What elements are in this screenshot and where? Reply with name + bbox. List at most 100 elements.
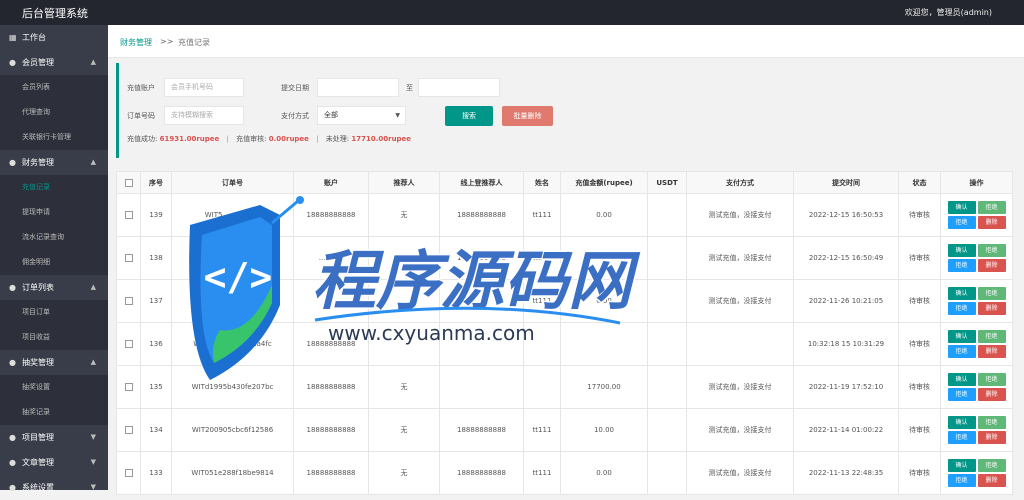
row-checkbox[interactable]: [124, 426, 133, 434]
sidebar-item[interactable]: 提现申请: [0, 200, 108, 225]
delete-button[interactable]: 删除: [977, 388, 1006, 401]
sidebar-item[interactable]: 会员列表: [0, 75, 108, 100]
cell-online-ref: [439, 279, 524, 323]
cell-order: WITd1995b430fe207bc: [171, 365, 294, 409]
confirm-button[interactable]: 确认: [947, 244, 976, 257]
reject-button[interactable]: 拒绝: [977, 373, 1006, 386]
confirm-button[interactable]: 确认: [947, 416, 976, 429]
row-checkbox-cell[interactable]: [116, 279, 141, 323]
reject-alt-button[interactable]: 拒绝: [947, 474, 976, 487]
reject-alt-button[interactable]: 拒绝: [947, 216, 976, 229]
row-checkbox[interactable]: [124, 340, 133, 348]
date-end-input[interactable]: [418, 78, 500, 97]
cell-account: 18888888888: [293, 408, 369, 452]
reject-button[interactable]: 拒绝: [977, 459, 1006, 472]
sidebar-group-4[interactable]: ● 项目管理 ▼: [0, 425, 108, 450]
sidebar-item-dashboard[interactable]: ▦ 工作台: [0, 25, 108, 50]
row-checkbox-cell[interactable]: [116, 408, 141, 452]
delete-button[interactable]: 删除: [977, 259, 1006, 272]
cell-time: 2022-11-19 17:52:10: [793, 365, 899, 409]
reject-alt-button[interactable]: 拒绝: [947, 345, 976, 358]
breadcrumb: 财务管理 >> 充值记录: [108, 25, 1024, 58]
delete-button[interactable]: 删除: [977, 345, 1006, 358]
cell-account: 18888888888: [293, 365, 369, 409]
success-value: 61931.00rupee: [159, 135, 220, 143]
cell-usdt: [647, 279, 687, 323]
sidebar-item[interactable]: 项目收益: [0, 325, 108, 350]
row-checkbox[interactable]: [124, 297, 133, 305]
cell-order: W... ...d7: [171, 279, 294, 323]
row-checkbox[interactable]: [124, 469, 133, 477]
sidebar-item[interactable]: 抽奖设置: [0, 375, 108, 400]
delete-button[interactable]: 删除: [977, 302, 1006, 315]
row-checkbox-cell[interactable]: [116, 193, 141, 237]
confirm-button[interactable]: 确认: [947, 330, 976, 343]
delete-button[interactable]: 删除: [977, 216, 1006, 229]
breadcrumb-parent[interactable]: 财务管理: [120, 37, 152, 48]
cell-actions: 确认 拒绝 拒绝 删除: [940, 322, 1013, 366]
row-checkbox-cell[interactable]: [116, 236, 141, 280]
cell-name: [523, 322, 561, 366]
search-button[interactable]: 搜索: [445, 106, 493, 126]
reject-alt-button[interactable]: 拒绝: [947, 431, 976, 444]
cell-usdt: [647, 322, 687, 366]
row-checkbox[interactable]: [124, 254, 133, 262]
select-all-checkbox[interactable]: [124, 178, 133, 187]
date-start-input[interactable]: [317, 78, 399, 97]
cell-method: 测试充值，没接支付: [686, 365, 794, 409]
cell-amount: [560, 322, 648, 366]
reject-button[interactable]: 拒绝: [977, 287, 1006, 300]
row-checkbox[interactable]: [124, 383, 133, 391]
sidebar-item[interactable]: 抽奖记录: [0, 400, 108, 425]
pay-method-select[interactable]: 全部 ▼: [317, 106, 406, 125]
column-header: USDT: [647, 171, 687, 194]
recharge-table: 序号 订单号 账户 推荐人 线上登推荐人 姓名 充值金额(rupee) USDT 支付方式 提交时…: [116, 171, 1013, 495]
account-search-input[interactable]: 会员手机号码: [164, 78, 244, 97]
row-checkbox-cell[interactable]: [116, 322, 141, 366]
sidebar-group-0[interactable]: ● 会员管理 ▲: [0, 50, 108, 75]
cell-name: tt111: [523, 451, 561, 495]
sidebar-group-2[interactable]: ● 订单列表 ▲: [0, 275, 108, 300]
sidebar-group-1[interactable]: ● 财务管理 ▲: [0, 150, 108, 175]
sidebar-group-5[interactable]: ● 文章管理 ▼: [0, 450, 108, 475]
sidebar-item[interactable]: 佣金明细: [0, 250, 108, 275]
row-checkbox-cell[interactable]: [116, 451, 141, 495]
chevron-up-icon: ▲: [90, 283, 96, 291]
delete-button[interactable]: 删除: [977, 431, 1006, 444]
batch-delete-button[interactable]: 批量删除: [502, 106, 553, 126]
sidebar-group-label: 抽奖管理: [22, 358, 54, 367]
sidebar-item[interactable]: 关联银行卡管理: [0, 125, 108, 150]
delete-button[interactable]: 删除: [977, 474, 1006, 487]
cell-time: 2022-12-15 16:50:49: [793, 236, 899, 280]
confirm-button[interactable]: 确认: [947, 459, 976, 472]
reject-alt-button[interactable]: 拒绝: [947, 388, 976, 401]
order-search-input[interactable]: 支持模糊搜索: [164, 106, 244, 125]
reject-button[interactable]: 拒绝: [977, 244, 1006, 257]
sidebar-item[interactable]: 项目订单: [0, 300, 108, 325]
user-menu[interactable]: 欢迎您，管理员(admin): [905, 7, 992, 18]
column-header[interactable]: [116, 171, 141, 194]
cell-online-ref: 18888888888: [439, 451, 524, 495]
reject-button[interactable]: 拒绝: [977, 330, 1006, 343]
breadcrumb-current: 充值记录: [178, 38, 210, 47]
confirm-button[interactable]: 确认: [947, 201, 976, 214]
account-label: 充值账户: [127, 84, 155, 92]
confirm-button[interactable]: 确认: [947, 287, 976, 300]
sidebar-group-6[interactable]: ● 系统设置 ▼: [0, 475, 108, 500]
sidebar-item[interactable]: 代理查询: [0, 100, 108, 125]
row-checkbox-cell[interactable]: [116, 365, 141, 409]
reject-button[interactable]: 拒绝: [977, 201, 1006, 214]
cell-time: 10:32:18 15 10:31:29: [793, 322, 899, 366]
top-bar: 后台管理系统 欢迎您，管理员(admin): [0, 0, 1024, 25]
reject-button[interactable]: 拒绝: [977, 416, 1006, 429]
sidebar-item[interactable]: 流水记录查询: [0, 225, 108, 250]
row-checkbox[interactable]: [124, 211, 133, 219]
confirm-button[interactable]: 确认: [947, 373, 976, 386]
sidebar-group-3[interactable]: ● 抽奖管理 ▲: [0, 350, 108, 375]
sidebar-item[interactable]: 充值记录: [0, 175, 108, 200]
date-label: 提交日期: [281, 84, 309, 92]
reject-alt-button[interactable]: 拒绝: [947, 259, 976, 272]
list-icon: ●: [9, 283, 16, 292]
reject-alt-button[interactable]: 拒绝: [947, 302, 976, 315]
table-row: 135 WITd1995b430fe207bc 18888888888 无 17700.…: [116, 365, 1013, 409]
